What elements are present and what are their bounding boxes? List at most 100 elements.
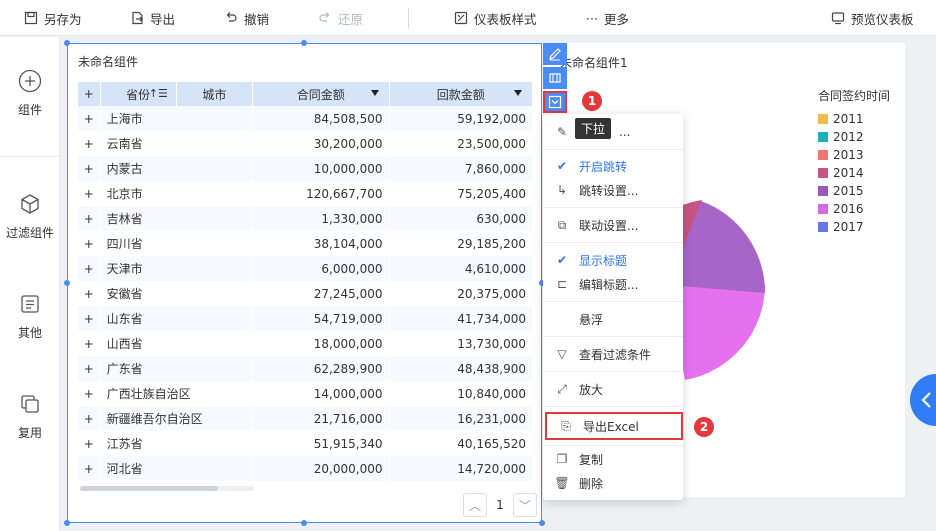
layout-widget-button[interactable] <box>543 67 567 89</box>
menu-item-delete[interactable]: 🗑 删除 <box>543 471 683 495</box>
column-header-province[interactable]: 省份 ↑☰ <box>100 82 177 106</box>
menu-item-view-filters[interactable]: ▽ 查看过滤条件 <box>543 342 683 366</box>
menu-item-show-title[interactable]: ✔ 显示标题 <box>543 248 683 272</box>
expand-row-button[interactable]: + <box>78 381 101 406</box>
resize-handle[interactable] <box>64 520 70 526</box>
menu-item-label: 导出Excel <box>583 419 639 434</box>
resize-handle[interactable] <box>64 40 70 46</box>
menu-item-edit-title[interactable]: ⊏ 编辑标题... <box>543 272 683 296</box>
expand-row-button[interactable]: + <box>78 356 101 381</box>
resize-handle[interactable] <box>301 520 307 526</box>
expand-row-button[interactable]: + <box>78 131 101 156</box>
legend-item[interactable]: 2012 <box>818 128 890 146</box>
menu-item-export-excel[interactable]: ⎘ 导出Excel <box>545 412 683 440</box>
table-row[interactable]: + 安徽省 27,245,000 20,375,000 <box>78 281 533 306</box>
sidebar-item-reuse[interactable]: 复用 <box>0 392 60 441</box>
expand-row-button[interactable]: + <box>78 281 101 306</box>
legend-item[interactable]: 2015 <box>818 182 890 200</box>
table-row[interactable]: + 吉林省 1,330,000 630,000 <box>78 206 533 231</box>
sidebar-item-filter[interactable]: 过滤组件 <box>0 192 60 241</box>
horizontal-scrollbar[interactable] <box>80 486 254 491</box>
legend-item[interactable]: 2017 <box>818 218 890 236</box>
column-header-payment[interactable]: 回款金额 <box>389 82 533 106</box>
menu-item-enable-jump[interactable]: ✔ 开启跳转 <box>543 154 683 178</box>
prev-page-button[interactable]: ︿ <box>463 493 487 517</box>
table-row[interactable]: + 上海市 84,508,500 59,192,000 <box>78 106 533 131</box>
menu-item-copy[interactable]: ❐ 复制 <box>543 447 683 471</box>
menu-item-label: 显示标题 <box>579 253 628 268</box>
dashboard-style-button[interactable]: 仪表板样式 <box>454 0 537 36</box>
column-header-contract[interactable]: 合同金额 <box>252 82 390 106</box>
expand-all-header[interactable]: + <box>78 82 101 106</box>
expand-row-button[interactable]: + <box>78 431 101 456</box>
expand-row-button[interactable]: + <box>78 256 101 281</box>
save-as-button[interactable]: 另存为 <box>24 0 82 36</box>
palette-icon <box>454 11 468 25</box>
next-page-button[interactable]: ﹀ <box>513 493 537 517</box>
dropdown-button[interactable] <box>543 91 567 113</box>
expand-row-button[interactable]: + <box>78 231 101 256</box>
caret-down-icon[interactable] <box>370 90 379 96</box>
expand-row-button[interactable]: + <box>78 181 101 206</box>
table-row[interactable]: + 天津市 6,000,000 4,610,000 <box>78 256 533 281</box>
table-row[interactable]: + 北京市 120,667,700 75,205,400 <box>78 181 533 206</box>
legend-item[interactable]: 2014 <box>818 164 890 182</box>
expand-row-button[interactable]: + <box>78 106 101 131</box>
legend-item[interactable]: 2016 <box>818 200 890 218</box>
expand-row-button[interactable]: + <box>78 331 101 356</box>
menu-item-zoom[interactable]: ⤢ 放大 <box>543 377 683 401</box>
legend-item[interactable]: 2013 <box>818 146 890 164</box>
step-badge-2: 2 <box>694 417 714 437</box>
province-cell: 内蒙古 <box>100 156 254 181</box>
undo-button[interactable]: 撤销 <box>224 0 269 36</box>
menu-item-float[interactable]: 悬浮 <box>543 307 683 331</box>
menu-item-linkage-settings[interactable]: ⧉ 联动设置... <box>543 213 683 237</box>
table-row[interactable]: + 山东省 54,719,000 41,734,000 <box>78 306 533 331</box>
table-row[interactable]: + 四川省 38,104,000 29,185,200 <box>78 231 533 256</box>
link-icon: ⧉ <box>557 217 567 232</box>
sidebar-item-component[interactable]: 组件 <box>0 69 60 118</box>
blank-icon <box>555 312 569 326</box>
caret-down-icon[interactable] <box>514 90 522 96</box>
resize-handle[interactable] <box>301 40 307 46</box>
table-row[interactable]: + 江苏省 51,915,340 40,165,520 <box>78 431 533 456</box>
expand-row-button[interactable]: + <box>78 306 101 331</box>
redo-button[interactable]: 还原 <box>318 0 363 36</box>
preview-dashboard-button[interactable]: 预览仪表板 <box>831 0 914 36</box>
more-button[interactable]: ··· 更多 <box>586 0 629 36</box>
province-cell: 北京市 <box>100 181 254 206</box>
payment-amount-cell: 40,165,520 <box>389 431 533 456</box>
export-button[interactable]: 导出 <box>130 0 175 36</box>
table-row[interactable]: + 广西壮族自治区 14,000,000 10,840,000 <box>78 381 533 406</box>
table-row[interactable]: + 内蒙古 10,000,000 7,860,000 <box>78 156 533 181</box>
sidebar-item-other[interactable]: 其他 <box>0 292 60 341</box>
pencil-icon <box>549 48 561 61</box>
resize-handle[interactable] <box>64 280 70 286</box>
expand-row-button[interactable]: + <box>78 406 101 431</box>
menu-item-jump-settings[interactable]: ↳ 跳转设置... <box>543 178 683 202</box>
redo-label: 还原 <box>338 11 364 27</box>
scrollbar-thumb[interactable] <box>80 486 218 491</box>
resize-handle[interactable] <box>539 520 545 526</box>
table-row[interactable]: + 河北省 20,000,000 14,720,000 <box>78 456 533 481</box>
table-row[interactable]: + 云南省 30,200,000 23,500,000 <box>78 131 533 156</box>
legend-title: 合同签约时间 <box>818 89 891 103</box>
menu-item-edit[interactable]: ✎ ... <box>543 120 683 144</box>
province-cell: 天津市 <box>100 256 254 281</box>
legend-item[interactable]: 2011 <box>818 110 890 128</box>
edit-widget-button[interactable] <box>543 43 567 65</box>
sort-icon[interactable]: ↑☰ <box>149 87 168 100</box>
menu-item-label: 复制 <box>579 452 604 467</box>
table-widget[interactable]: 未命名组件 + 省份 ↑☰ 城市 合同金额 回款金额 + 上海市 84,508,500… <box>67 43 542 523</box>
table-row[interactable]: + 新疆维吾尔自治区 21,716,000 16,231,000 <box>78 406 533 431</box>
expand-row-button[interactable]: + <box>78 206 101 231</box>
table-row[interactable]: + 广东省 62,289,900 48,438,900 <box>78 356 533 381</box>
expand-panel-button[interactable] <box>910 374 936 426</box>
expand-row-button[interactable]: + <box>78 156 101 181</box>
expand-row-button[interactable]: + <box>78 456 101 481</box>
table-row[interactable]: + 山西省 18,000,000 13,730,000 <box>78 331 533 356</box>
column-header-city[interactable]: 城市 <box>176 82 254 106</box>
jump-arrow-icon: ↳ <box>556 183 568 197</box>
province-cell: 河北省 <box>100 456 254 481</box>
legend-label: 2011 <box>833 112 864 126</box>
